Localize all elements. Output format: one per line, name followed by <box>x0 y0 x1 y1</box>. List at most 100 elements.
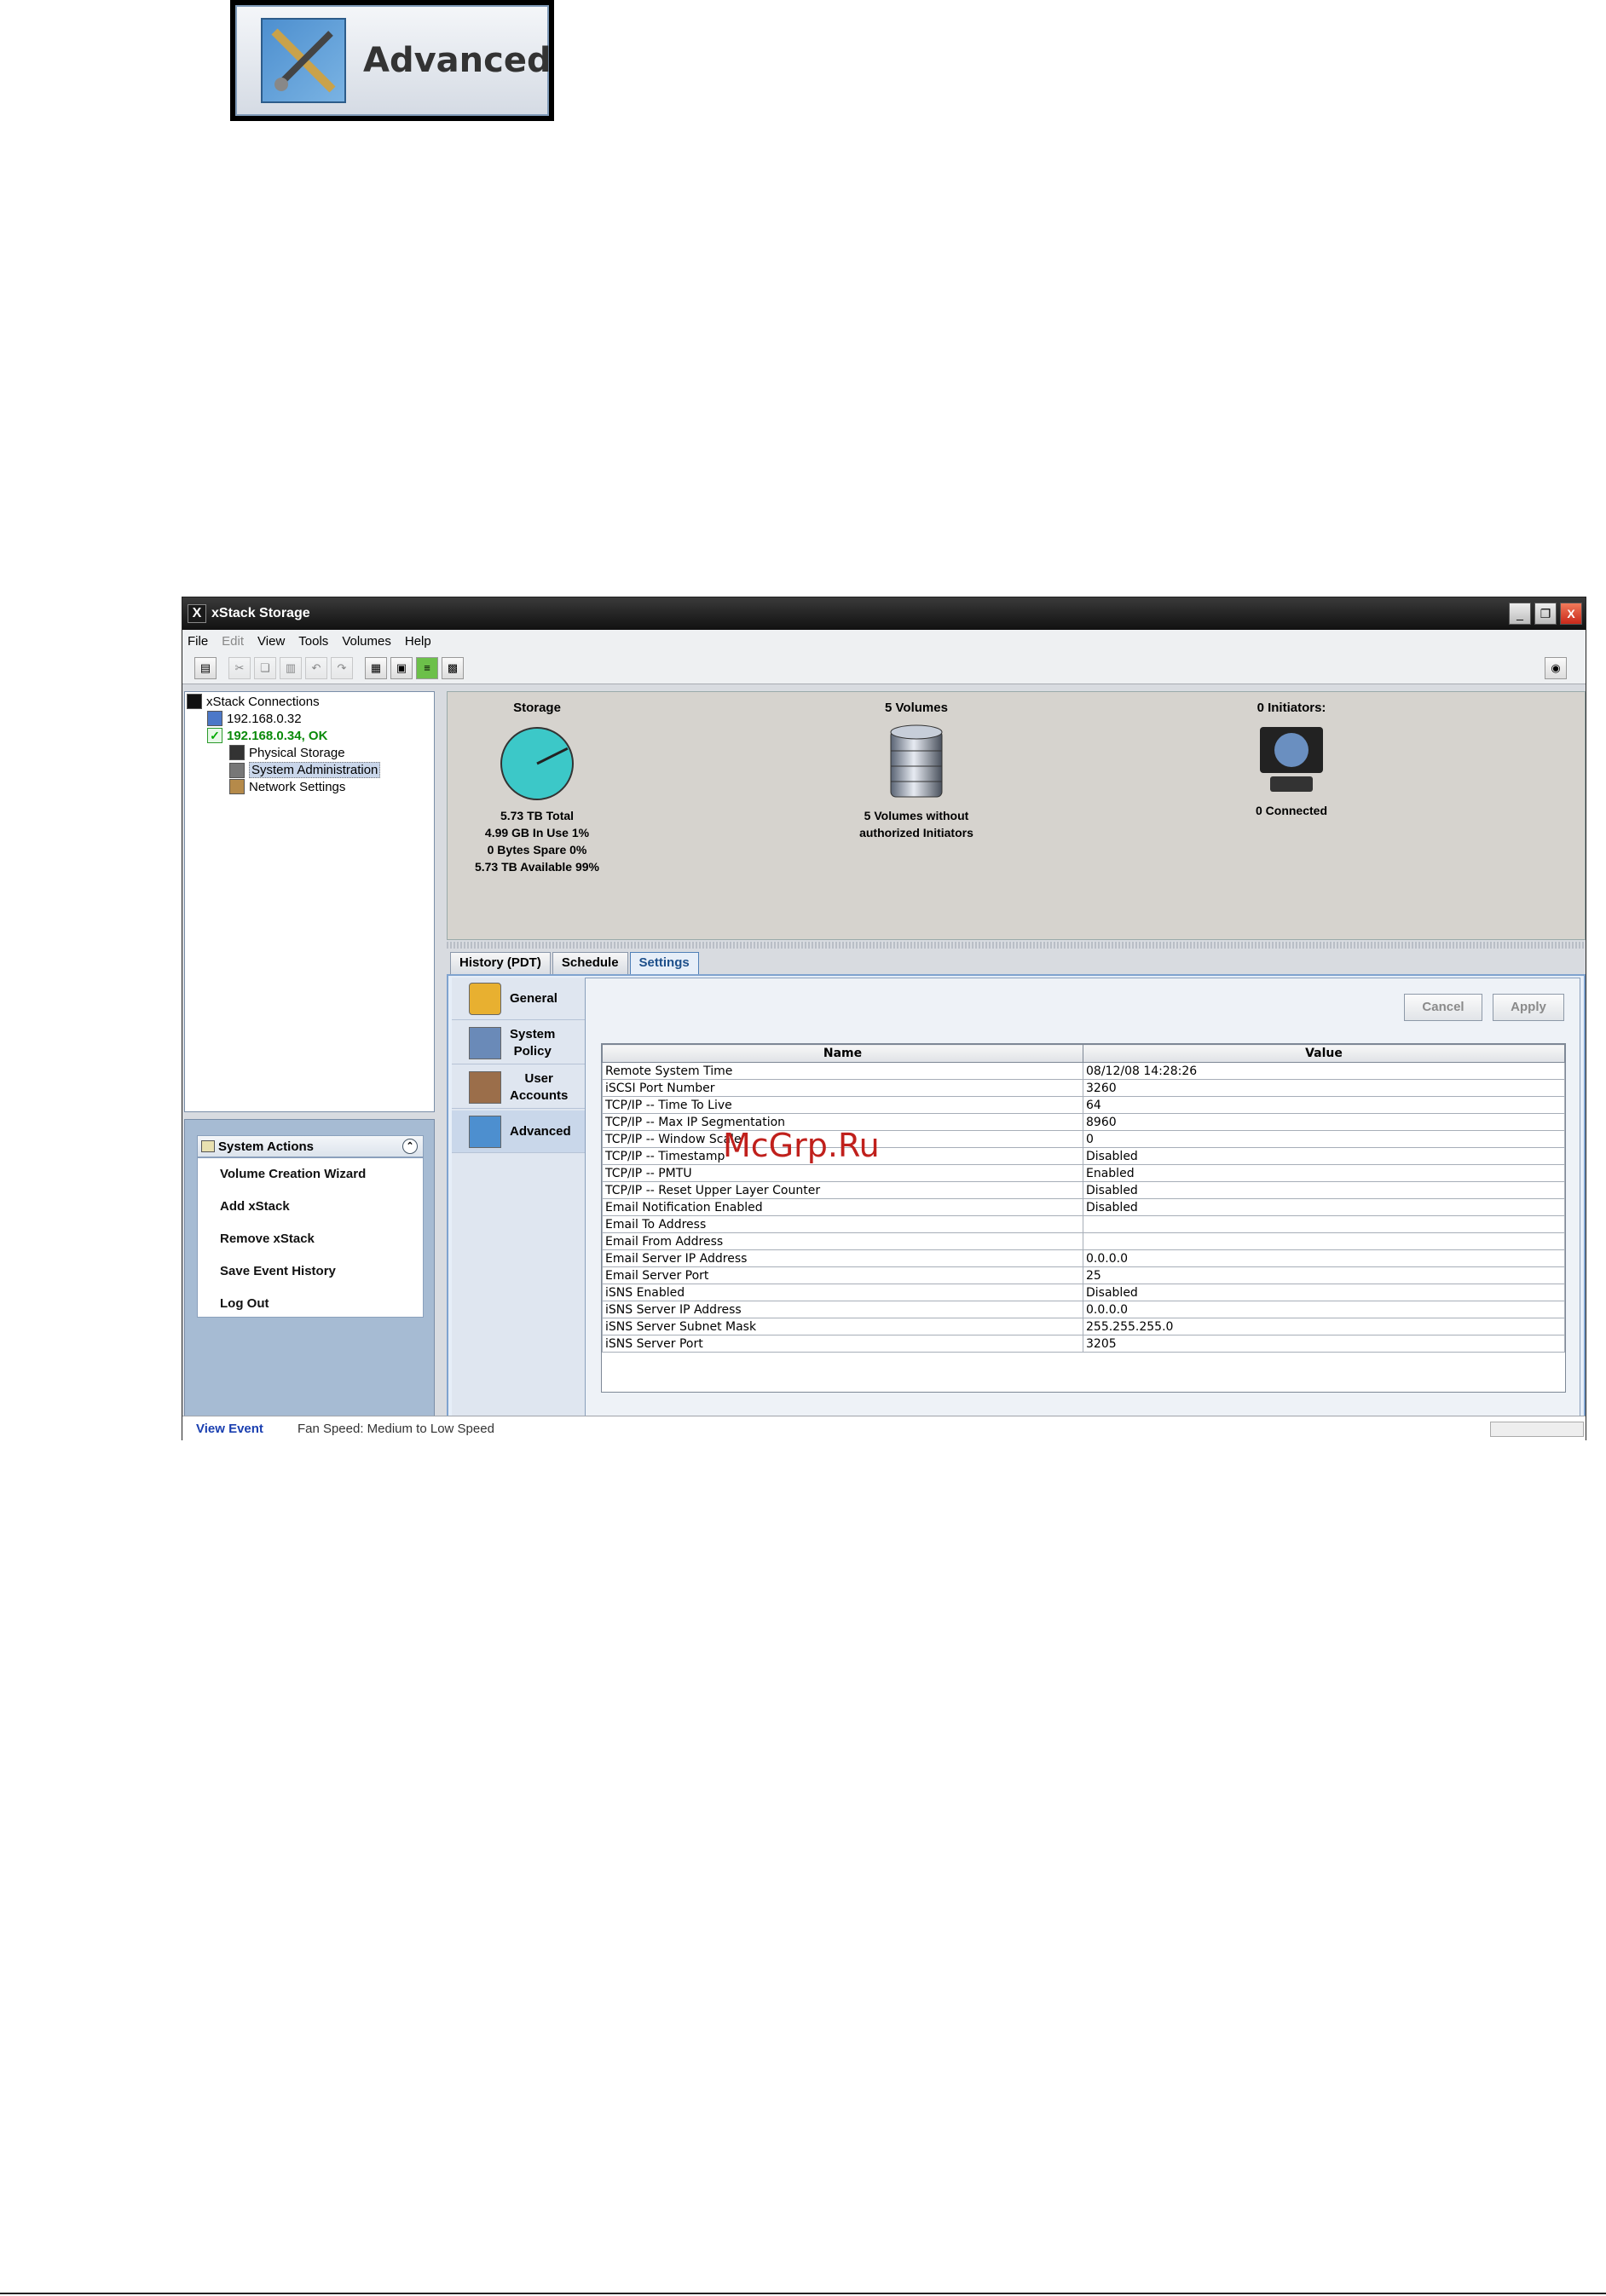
tab-schedule[interactable]: Schedule <box>552 952 628 974</box>
storage-icon[interactable]: ▣ <box>390 656 413 679</box>
redo-icon[interactable]: ↷ <box>331 656 353 679</box>
setting-value: Disabled <box>1083 1181 1565 1199</box>
setting-name: Email From Address <box>602 1232 1083 1250</box>
tools-icon <box>261 18 346 103</box>
action-log-out[interactable]: Log Out <box>198 1288 423 1320</box>
table-row[interactable]: TCP/IP -- Reset Upper Layer Counter Disab… <box>602 1181 1565 1199</box>
system-actions-pane: System Actions ⌃ Volume Creation Wizard … <box>184 1119 435 1428</box>
tree-node-192-168-0-34[interactable]: ✓ 192.168.0.34, OK <box>207 728 327 743</box>
table-row[interactable]: Email Server Port 25 <box>602 1266 1565 1284</box>
column-header-name[interactable]: Name <box>602 1044 1083 1063</box>
tree-root[interactable]: xStack Connections <box>187 694 320 709</box>
volumes-line-2: authorized Initiators <box>859 826 973 839</box>
status-message: Fan Speed: Medium to Low Speed <box>297 1422 494 1436</box>
splitter-handle[interactable] <box>447 942 1586 949</box>
setting-value: 8960 <box>1083 1113 1565 1131</box>
view-event-link[interactable]: View Event <box>196 1422 263 1436</box>
help-icon[interactable]: ◉ <box>1545 657 1567 679</box>
tree-node-system-administration[interactable]: System Administration <box>229 762 381 778</box>
cancel-button[interactable]: Cancel <box>1404 994 1482 1021</box>
physical-storage-icon <box>229 745 245 760</box>
tree-node-physical-storage[interactable]: Physical Storage <box>229 745 345 760</box>
table-row[interactable]: TCP/IP -- PMTU Enabled <box>602 1164 1565 1182</box>
setting-value: Disabled <box>1083 1147 1565 1165</box>
menu-volumes[interactable]: Volumes <box>342 634 391 649</box>
maximize-button[interactable]: ❐ <box>1534 603 1557 625</box>
settings-side-tabs: General System Policy User Accounts Advanc… <box>452 978 585 1419</box>
system-actions-icon <box>201 1140 215 1152</box>
menu-view[interactable]: View <box>257 634 285 649</box>
tab-settings[interactable]: Settings <box>629 952 699 974</box>
volumes-icon[interactable]: ≡ <box>416 656 438 679</box>
tree-node-192-168-0-32[interactable]: 192.168.0.32 <box>207 711 302 726</box>
network-icon[interactable]: ▩ <box>442 656 464 679</box>
collapse-icon[interactable]: ⌃ <box>402 1139 418 1154</box>
gear-icon <box>469 982 501 1015</box>
setting-value <box>1083 1215 1565 1233</box>
initiators-title: 0 Initiators: <box>1256 701 1326 715</box>
table-row[interactable]: Remote System Time 08/12/08 14:28:26 <box>602 1062 1565 1080</box>
tree-node-network-settings[interactable]: Network Settings <box>229 779 345 794</box>
storage-spare: 0 Bytes Spare 0% <box>487 843 587 857</box>
setting-name: iSNS Server IP Address <box>602 1301 1083 1318</box>
menu-file[interactable]: File <box>188 634 208 649</box>
action-add-xstack[interactable]: Add xStack <box>198 1191 423 1223</box>
users-icon <box>469 1070 501 1104</box>
cut-icon[interactable]: ✂ <box>228 656 251 679</box>
table-row[interactable]: Email Server IP Address 0.0.0.0 <box>602 1249 1565 1267</box>
setting-value: 3260 <box>1083 1079 1565 1097</box>
table-row[interactable]: Email To Address <box>602 1215 1565 1233</box>
action-save-event-history[interactable]: Save Event History <box>198 1255 423 1288</box>
setting-name: Remote System Time <box>602 1062 1083 1080</box>
setting-value: 255.255.255.0 <box>1083 1318 1565 1335</box>
table-row[interactable]: iSCSI Port Number 3260 <box>602 1079 1565 1097</box>
side-tab-general[interactable]: General <box>452 978 585 1020</box>
setting-value: 64 <box>1083 1096 1565 1114</box>
action-remove-xstack[interactable]: Remove xStack <box>198 1223 423 1255</box>
setting-value: 08/12/08 14:28:26 <box>1083 1062 1565 1080</box>
toolbar: ▤ ✂ ❏ ▥ ↶ ↷ ▦ ▣ ≡ ▩ ◉ <box>182 652 1586 684</box>
disconnected-icon <box>207 711 222 726</box>
side-tab-user-accounts[interactable]: User Accounts <box>452 1066 585 1109</box>
setting-name: iSNS Server Subnet Mask <box>602 1318 1083 1335</box>
system-admin-icon <box>229 762 245 778</box>
storage-in-use: 4.99 GB In Use 1% <box>484 826 590 839</box>
connect-icon[interactable]: ▤ <box>194 656 217 679</box>
table-row[interactable]: iSNS Server IP Address 0.0.0.0 <box>602 1301 1565 1318</box>
table-row[interactable]: TCP/IP -- Time To Live 64 <box>602 1096 1565 1114</box>
side-tab-system-policy[interactable]: System Policy <box>452 1022 585 1064</box>
setting-value: 25 <box>1083 1266 1565 1284</box>
close-button[interactable]: X <box>1560 603 1582 625</box>
menu-tools[interactable]: Tools <box>298 634 328 649</box>
initiators-connected: 0 Connected <box>1255 804 1327 817</box>
paste-icon[interactable]: ▥ <box>280 656 302 679</box>
table-row[interactable]: Email From Address <box>602 1232 1565 1250</box>
menu-edit[interactable]: Edit <box>222 634 244 649</box>
initiators-summary: 0 Initiators: 0 Connected <box>1206 692 1377 819</box>
menu-help[interactable]: Help <box>405 634 431 649</box>
setting-value: Enabled <box>1083 1164 1565 1182</box>
check-icon: ✓ <box>207 728 222 743</box>
settings-panel: General System Policy User Accounts Advanc… <box>447 974 1586 1428</box>
table-row[interactable]: iSNS Enabled Disabled <box>602 1284 1565 1301</box>
column-header-value[interactable]: Value <box>1083 1044 1565 1063</box>
physical-storage-icon[interactable]: ▦ <box>365 656 387 679</box>
table-row[interactable]: iSNS Server Port 3205 <box>602 1335 1565 1353</box>
setting-value: 0.0.0.0 <box>1083 1249 1565 1267</box>
system-actions-header[interactable]: System Actions ⌃ <box>197 1135 424 1157</box>
app-logo-icon: X <box>188 604 206 623</box>
setting-value <box>1083 1232 1565 1250</box>
action-volume-creation-wizard[interactable]: Volume Creation Wizard <box>198 1158 423 1191</box>
xstack-storage-window: X xStack Storage _ ❐ X File Edit View To… <box>182 597 1586 1441</box>
system-actions-title: System Actions <box>218 1139 314 1154</box>
table-row[interactable]: iSNS Server Subnet Mask 255.255.255.0 <box>602 1318 1565 1335</box>
tab-history-pdt[interactable]: History (PDT) <box>450 952 551 974</box>
apply-button[interactable]: Apply <box>1493 994 1564 1021</box>
minimize-button[interactable]: _ <box>1509 603 1531 625</box>
setting-value: 3205 <box>1083 1335 1565 1353</box>
side-tab-advanced[interactable]: Advanced <box>452 1111 585 1153</box>
volumes-summary: 5 Volumes 5 Volumes without authorized I… <box>831 692 1002 841</box>
undo-icon[interactable]: ↶ <box>305 656 327 679</box>
copy-icon[interactable]: ❏ <box>254 656 276 679</box>
table-row[interactable]: Email Notification Enabled Disabled <box>602 1198 1565 1216</box>
